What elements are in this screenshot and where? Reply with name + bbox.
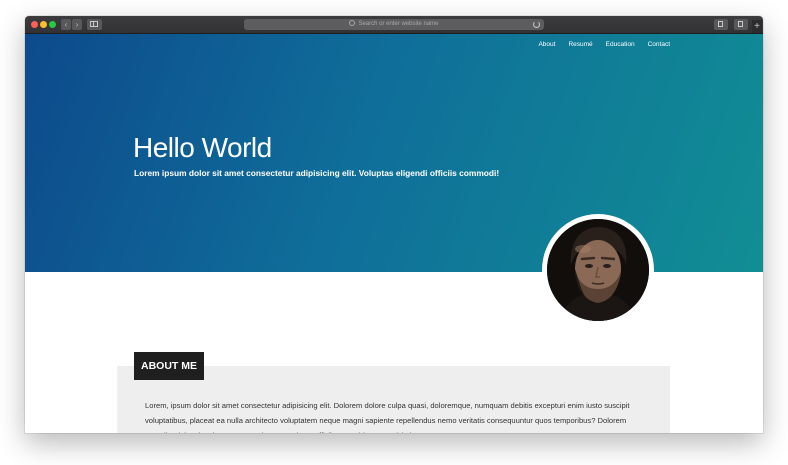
page-viewport: About Resumé Education Contact Hello Wor…: [25, 34, 763, 433]
minimize-window-button[interactable]: [40, 21, 47, 28]
address-bar-placeholder: Search or enter website name: [244, 19, 544, 30]
search-icon: [349, 20, 356, 26]
about-body-text: Lorem, ipsum dolor sit amet consectetur …: [145, 401, 630, 433]
forward-button[interactable]: ›: [72, 19, 82, 30]
hero-subtitle: Lorem ipsum dolor sit amet consectetur a…: [134, 168, 500, 178]
nav-link-about[interactable]: About: [538, 41, 555, 48]
share-button[interactable]: [714, 19, 728, 30]
sidebar-toggle-button[interactable]: [87, 19, 102, 30]
new-tab-button[interactable]: +: [752, 20, 762, 33]
sidebar-icon: [90, 21, 98, 27]
hero-banner: About Resumé Education Contact Hello Wor…: [25, 34, 763, 272]
top-navigation: About Resumé Education Contact: [525, 41, 670, 48]
close-window-button[interactable]: [31, 21, 38, 28]
address-bar[interactable]: Search or enter website name: [244, 19, 544, 30]
plus-icon: +: [754, 21, 760, 32]
zoom-window-button[interactable]: [49, 21, 56, 28]
nav-link-resume[interactable]: Resumé: [568, 41, 592, 48]
profile-avatar: [542, 214, 654, 326]
hero-title: Hello World: [133, 132, 272, 163]
tabs-icon: [738, 21, 743, 27]
about-heading: ABOUT ME: [134, 352, 204, 380]
portrait-icon: [547, 219, 649, 321]
reload-icon[interactable]: [533, 21, 540, 28]
share-icon: [718, 21, 723, 27]
chevron-right-icon: ›: [75, 20, 79, 29]
browser-window: ‹ › Search or enter website name + About: [25, 16, 763, 433]
portrait-photo: [547, 219, 649, 321]
nav-link-contact[interactable]: Contact: [648, 41, 670, 48]
chevron-left-icon: ‹: [64, 20, 68, 29]
show-tabs-button[interactable]: [734, 19, 748, 30]
back-button[interactable]: ‹: [61, 19, 71, 30]
browser-toolbar: ‹ › Search or enter website name +: [25, 16, 763, 34]
address-placeholder-text: Search or enter website name: [358, 21, 439, 27]
nav-link-education[interactable]: Education: [606, 41, 635, 48]
